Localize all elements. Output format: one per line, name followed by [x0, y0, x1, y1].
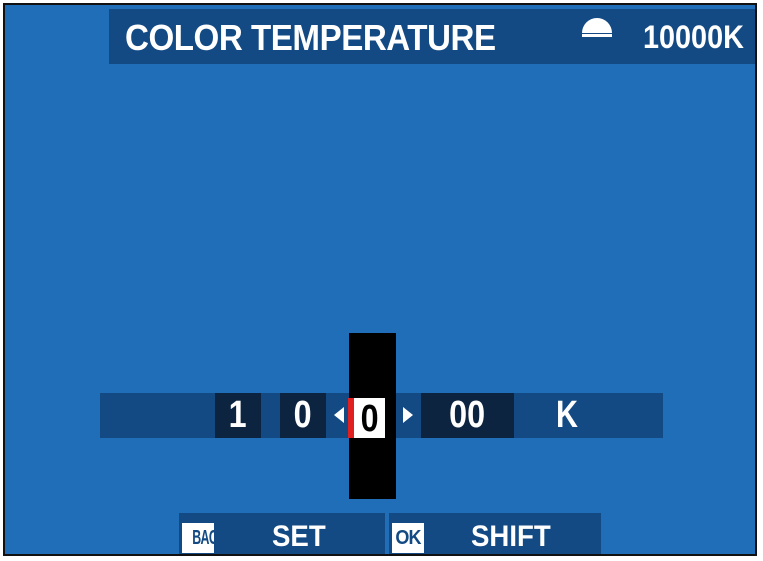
page-title: COLOR TEMPERATURE: [125, 17, 496, 58]
title-bar: COLOR TEMPERATURE 10000K: [109, 9, 755, 64]
chevron-right-icon[interactable]: [403, 407, 413, 423]
digit-value: 00: [449, 394, 486, 436]
digit-tens-ones[interactable]: 00: [421, 393, 514, 438]
shift-label: SHIFT: [471, 520, 551, 553]
set-label: SET: [272, 520, 326, 553]
digit-value: 1: [229, 394, 247, 436]
digit-hundreds-selected[interactable]: 0: [348, 398, 385, 440]
back-key-icon: BACK: [182, 523, 214, 553]
digit-thousands[interactable]: 0: [280, 393, 326, 438]
shift-button[interactable]: OK SHIFT: [389, 513, 601, 554]
set-button[interactable]: BACK SET: [179, 513, 385, 554]
chevron-left-icon[interactable]: [334, 407, 344, 423]
unit-label: K: [556, 394, 578, 436]
digit-value: 0: [360, 398, 379, 440]
digit-thousands-ten[interactable]: 1: [215, 393, 261, 438]
current-temperature-value: 10000K: [643, 19, 744, 55]
digit-value: 0: [294, 394, 312, 436]
camera-screen: COLOR TEMPERATURE 10000K 1 0 0 00 K BACK…: [3, 3, 757, 556]
sun-icon: [582, 18, 612, 37]
ok-key-icon: OK: [392, 523, 424, 553]
